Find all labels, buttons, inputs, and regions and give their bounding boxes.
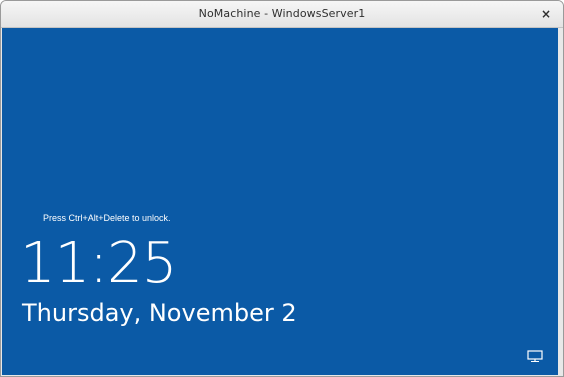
- clock-date: Thursday, November 2: [22, 299, 297, 327]
- close-icon: ×: [540, 7, 552, 21]
- lock-screen[interactable]: Press Ctrl+Alt+Delete to unlock. 11:25 T…: [2, 28, 558, 375]
- window-title: NoMachine - WindowsServer1: [198, 7, 366, 20]
- remote-desktop-window: NoMachine - WindowsServer1 × Press Ctrl+…: [0, 0, 564, 377]
- close-button[interactable]: ×: [537, 5, 555, 23]
- clock-time: 11:25: [20, 231, 177, 296]
- unlock-hint: Press Ctrl+Alt+Delete to unlock.: [43, 213, 171, 223]
- title-bar[interactable]: NoMachine - WindowsServer1 ×: [1, 1, 563, 28]
- network-icon[interactable]: [527, 350, 543, 362]
